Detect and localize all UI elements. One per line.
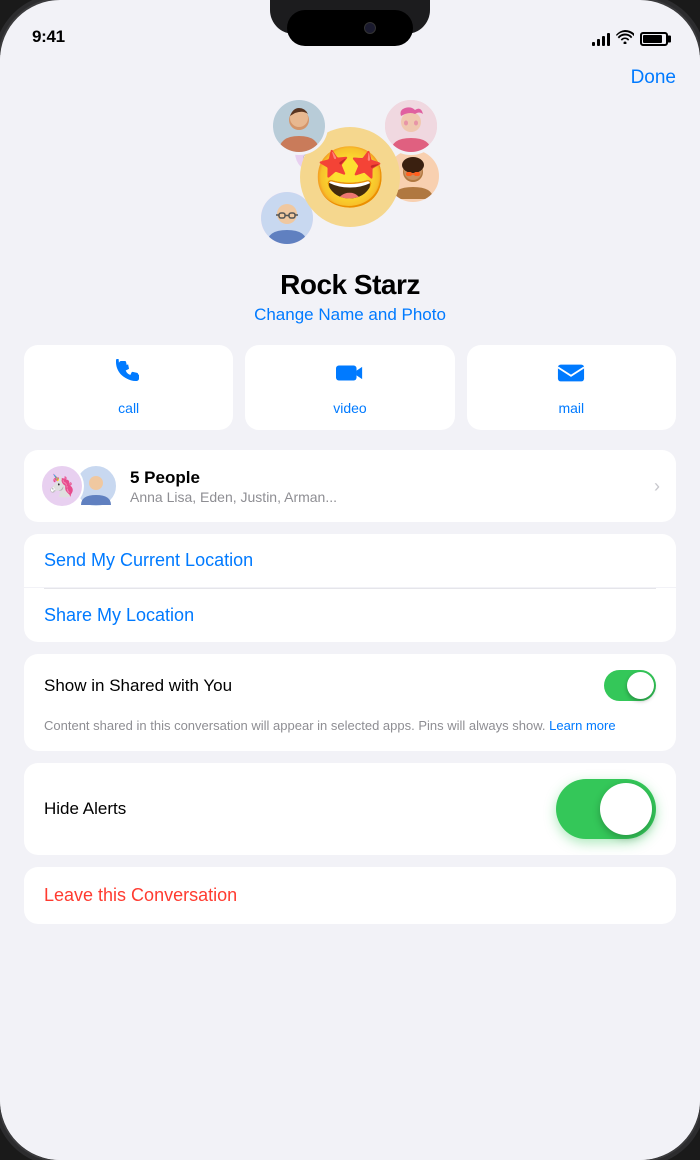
content-area: Done 🤩 (0, 55, 700, 1160)
shared-with-you-label: Show in Shared with You (44, 676, 232, 696)
signal-icon (592, 32, 610, 46)
call-button[interactable]: call (24, 345, 233, 430)
done-button[interactable]: Done (631, 67, 676, 89)
send-location-label: Send My Current Location (44, 550, 253, 570)
action-buttons: call video (0, 345, 700, 450)
group-avatar: 🤩 (250, 97, 450, 257)
chevron-right-icon: › (654, 476, 660, 497)
call-label: call (118, 400, 139, 416)
leave-conversation-label: Leave this Conversation (44, 885, 237, 905)
mail-label: mail (558, 400, 584, 416)
dynamic-island (287, 10, 413, 46)
video-button[interactable]: video (245, 345, 454, 430)
video-icon (336, 359, 364, 394)
leave-conversation-card: Leave this Conversation (24, 867, 676, 924)
front-camera (364, 22, 376, 34)
change-name-link[interactable]: Change Name and Photo (254, 305, 446, 325)
shared-description: Content shared in this conversation will… (24, 717, 676, 751)
mail-button[interactable]: mail (467, 345, 676, 430)
shared-with-you-card: Show in Shared with You Content shared i… (24, 654, 676, 751)
shared-toggle-row: Show in Shared with You (24, 654, 676, 717)
send-location-row[interactable]: Send My Current Location (24, 534, 676, 588)
toggle-large-thumb (600, 783, 652, 835)
phone-icon (115, 359, 143, 394)
share-location-label: Share My Location (44, 605, 194, 625)
group-name: Rock Starz (280, 269, 420, 301)
people-card: 🦄 5 People Anna Lisa, Eden, Justin, Arma… (24, 450, 676, 522)
people-avatar-1: 🦄 (40, 464, 84, 508)
hide-alerts-label: Hide Alerts (44, 799, 126, 819)
people-count: 5 People (130, 468, 654, 488)
status-icons (592, 30, 668, 47)
avatar-4 (382, 97, 440, 155)
location-card: Send My Current Location Share My Locati… (24, 534, 676, 642)
phone-frame: 9:41 Done (0, 0, 700, 1160)
shared-with-you-toggle[interactable] (604, 670, 656, 701)
hide-alerts-card: Hide Alerts (24, 763, 676, 855)
screen: 9:41 Done (0, 0, 700, 1160)
leave-conversation-row[interactable]: Leave this Conversation (24, 867, 676, 924)
video-label: video (333, 400, 366, 416)
toggle-thumb (627, 672, 654, 699)
people-row[interactable]: 🦄 5 People Anna Lisa, Eden, Justin, Arma… (24, 450, 676, 522)
people-info: 5 People Anna Lisa, Eden, Justin, Arman.… (130, 468, 654, 505)
avatar-1 (270, 97, 328, 155)
learn-more-link[interactable]: Learn more (549, 718, 615, 733)
wifi-icon (616, 30, 634, 47)
mail-icon (557, 359, 585, 394)
battery-icon (640, 32, 668, 46)
header: Done (0, 55, 700, 97)
share-location-row[interactable]: Share My Location (24, 589, 676, 642)
status-time: 9:41 (32, 27, 65, 47)
hide-alerts-toggle[interactable] (556, 779, 656, 839)
hide-alerts-row: Hide Alerts (24, 763, 676, 855)
people-names: Anna Lisa, Eden, Justin, Arman... (130, 489, 654, 505)
avatar-section: 🤩 (0, 97, 700, 345)
people-avatars: 🦄 (40, 464, 118, 508)
